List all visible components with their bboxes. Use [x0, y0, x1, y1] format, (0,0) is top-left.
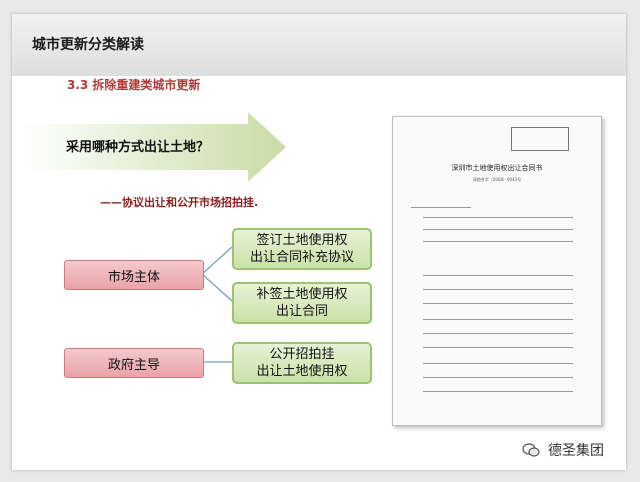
doc-line [423, 303, 573, 304]
box-line: 签订土地使用权 [256, 233, 348, 248]
wechat-icon [522, 443, 540, 457]
doc-line [423, 217, 573, 218]
box-line: 出让合同补充协议 [249, 250, 354, 265]
document-stamp-box [511, 127, 569, 151]
market-entity-box: 市场主体 [64, 260, 204, 290]
doc-line [411, 207, 471, 208]
doc-line [423, 333, 573, 334]
supplement-agreement-box: 签订土地使用权 出让合同补充协议 [232, 228, 372, 270]
box-line: 公开招拍挂 [269, 347, 335, 362]
re-sign-contract-box: 补签土地使用权 出让合同 [232, 282, 372, 324]
doc-line [423, 289, 573, 290]
box-line: 出让合同 [275, 304, 328, 319]
slide: 城市更新分类解读 3.3 拆除重建类城市更新 采用哪种方式出让土地？ ——协议出… [12, 14, 626, 470]
brand-watermark: 德圣集团 [548, 443, 604, 459]
doc-line [423, 347, 573, 348]
doc-line [423, 229, 573, 230]
box-line: 补签土地使用权 [256, 287, 348, 302]
doc-line [423, 241, 573, 242]
doc-line [423, 363, 573, 364]
box-line: 出让土地使用权 [256, 364, 348, 379]
document-title: 深圳市土地使用权出让合同书 [451, 164, 543, 172]
government-led-box: 政府主导 [64, 348, 204, 378]
doc-line [423, 275, 573, 276]
public-auction-box: 公开招拍挂 出让土地使用权 [232, 342, 372, 384]
doc-line [423, 319, 573, 320]
contract-document-image: 深圳市土地使用权出让合同书 深地合字（2008）0043号 [392, 116, 602, 426]
doc-line [423, 391, 573, 392]
document-number: 深地合字（2008）0043号 [472, 177, 522, 182]
doc-line [423, 377, 573, 378]
